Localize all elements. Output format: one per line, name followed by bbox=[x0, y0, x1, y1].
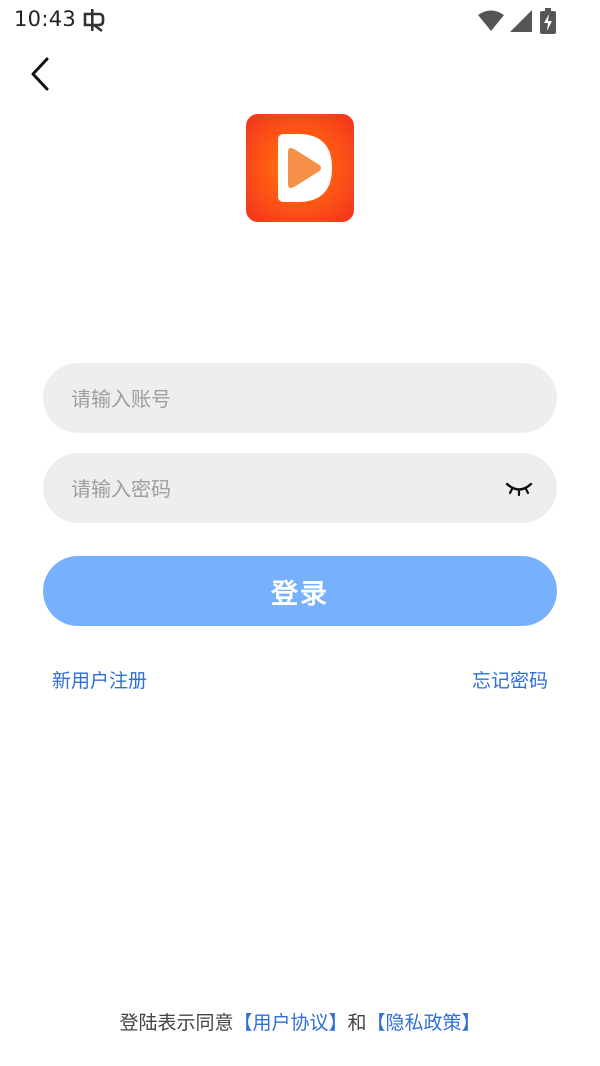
account-input[interactable] bbox=[69, 363, 503, 435]
signal-icon bbox=[510, 10, 532, 32]
agreement-conjunction: 和 bbox=[347, 1012, 367, 1034]
agreement-text: 登陆表示同意【用户协议】和【隐私政策】 bbox=[0, 1008, 600, 1035]
forgot-password-link[interactable]: 忘记密码 bbox=[472, 666, 548, 693]
account-field[interactable] bbox=[43, 363, 557, 435]
back-button[interactable] bbox=[22, 56, 58, 92]
chevron-left-icon bbox=[31, 57, 49, 91]
register-link[interactable]: 新用户注册 bbox=[52, 666, 147, 693]
status-bar: 10:43 bbox=[0, 0, 600, 40]
wifi-icon bbox=[478, 10, 504, 31]
privacy-policy-link[interactable]: 【隐私政策】 bbox=[367, 1012, 481, 1034]
agreement-prefix: 登陆表示同意 bbox=[119, 1012, 234, 1034]
status-time: 10:43 bbox=[14, 7, 77, 31]
password-input[interactable] bbox=[69, 453, 503, 525]
play-logo-icon bbox=[278, 134, 332, 202]
battery-charging-icon bbox=[540, 8, 556, 34]
status-icons bbox=[478, 8, 556, 34]
password-field[interactable] bbox=[43, 453, 557, 525]
app-logo bbox=[246, 114, 354, 222]
login-button[interactable]: 登录 bbox=[43, 556, 557, 626]
eye-closed-icon[interactable] bbox=[505, 475, 533, 501]
bug-icon bbox=[83, 9, 105, 33]
user-agreement-link[interactable]: 【用户协议】 bbox=[233, 1012, 347, 1034]
